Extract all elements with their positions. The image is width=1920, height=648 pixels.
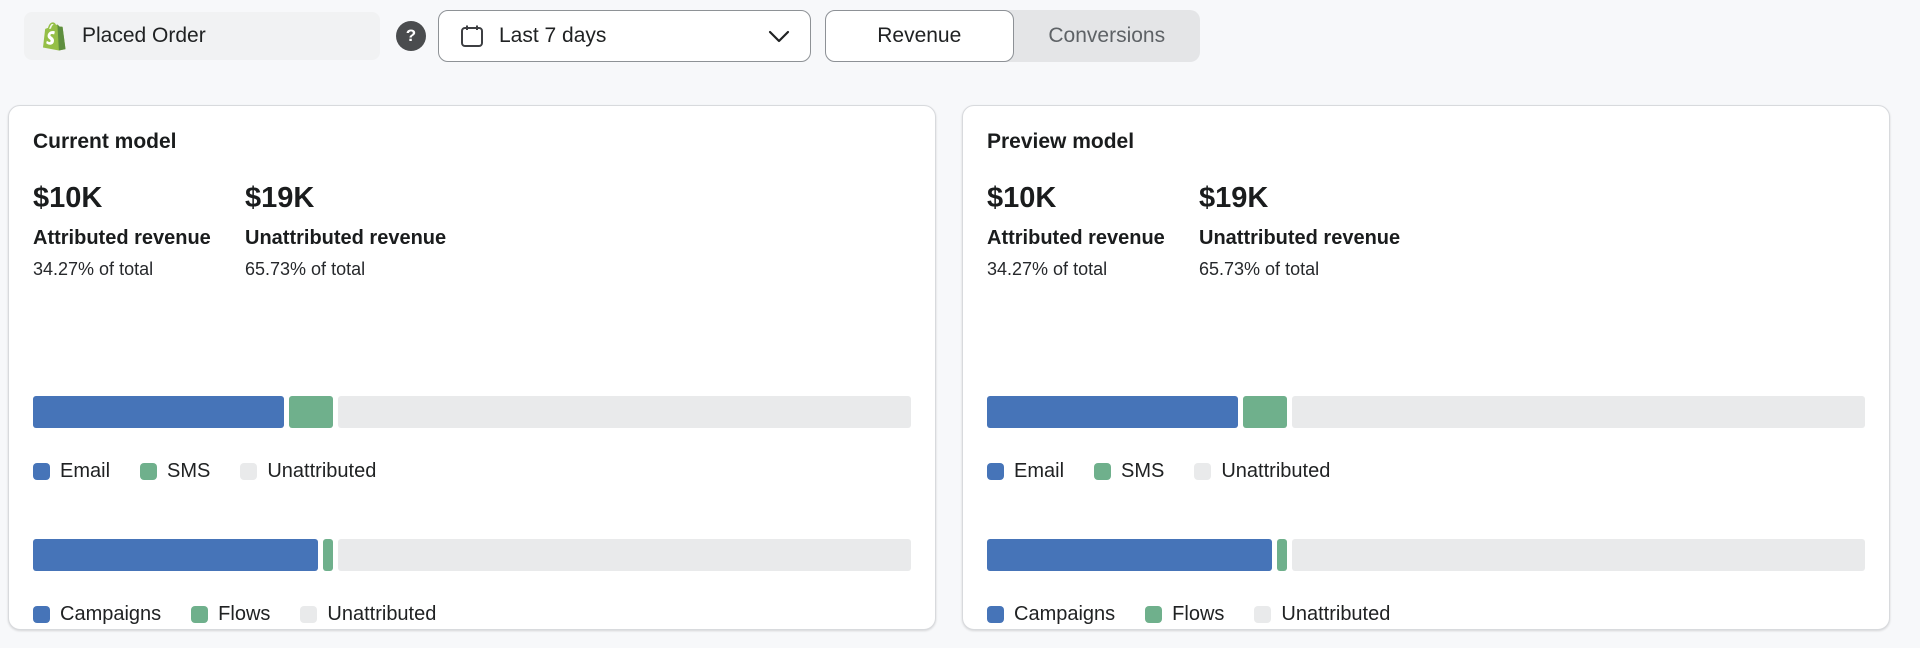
metric-label: Attributed revenue [33,227,233,250]
legend-label: Email [1014,460,1064,483]
date-range-value: Last 7 days [499,24,754,48]
attributed-revenue-metric: $10K Attributed revenue 34.27% of total [987,182,1187,280]
metric-value: $19K [245,182,446,215]
legend-item-email: Email [33,460,110,483]
help-glyph: ? [406,26,416,46]
source-legend: Campaigns Flows Unattributed [987,603,1865,626]
metric-subtext: 65.73% of total [1199,259,1400,280]
legend-item-unattributed: Unattributed [1194,460,1330,483]
legend-label: Flows [1172,603,1224,626]
bar-segment-unattributed [1292,539,1865,571]
metric-subtext: 65.73% of total [245,259,446,280]
legend-label: Flows [218,603,270,626]
date-range-dropdown[interactable]: Last 7 days [438,10,811,62]
metric-selector-chip[interactable]: Placed Order [24,12,380,60]
campaigns-swatch [987,606,1004,623]
legend-item-flows: Flows [1145,603,1224,626]
source-stacked-bar [33,539,911,571]
bar-segment-flows [1277,539,1287,571]
bar-segment-sms [289,396,333,428]
legend-item-unattributed: Unattributed [1254,603,1390,626]
bar-segment-campaigns [33,539,318,571]
bar-segment-flows [323,539,333,571]
flows-swatch [191,606,208,623]
channel-stacked-bar [33,396,911,428]
metrics-row: $10K Attributed revenue 34.27% of total … [33,182,911,280]
source-legend: Campaigns Flows Unattributed [33,603,911,626]
legend-item-email: Email [987,460,1064,483]
card-title: Preview model [987,130,1865,154]
view-toggle: Revenue Conversions [825,10,1200,62]
unattributed-revenue-metric: $19K Unattributed revenue 65.73% of tota… [1199,182,1400,280]
unattributed-swatch [240,463,257,480]
calendar-icon [459,23,485,49]
bar-segment-email [987,396,1238,428]
metric-value: $10K [33,182,233,215]
legend-label: Unattributed [1281,603,1390,626]
legend-label: Unattributed [267,460,376,483]
unattributed-swatch [300,606,317,623]
sms-swatch [1094,463,1111,480]
legend-item-flows: Flows [191,603,270,626]
legend-label: Email [60,460,110,483]
legend-label: Campaigns [1014,603,1115,626]
source-stacked-bar [987,539,1865,571]
bar-segment-sms [1243,396,1287,428]
toggle-revenue-button[interactable]: Revenue [825,10,1014,62]
attributed-revenue-metric: $10K Attributed revenue 34.27% of total [33,182,233,280]
legend-item-sms: SMS [140,460,210,483]
toolbar: Placed Order ? Last 7 days Revenue Conve… [0,0,1920,62]
metric-label: Unattributed revenue [1199,227,1400,250]
channel-legend: Email SMS Unattributed [33,460,911,483]
shopify-icon [40,21,68,52]
bar-segment-email [33,396,284,428]
bar-segment-unattributed [338,539,911,571]
channel-stacked-bar [987,396,1865,428]
metrics-row: $10K Attributed revenue 34.27% of total … [987,182,1865,280]
chevron-down-icon [768,29,790,43]
preview-model-card: Preview model $10K Attributed revenue 34… [962,105,1890,630]
metric-label: Unattributed revenue [245,227,446,250]
email-swatch [987,463,1004,480]
legend-label: SMS [1121,460,1164,483]
help-icon[interactable]: ? [396,21,426,51]
metric-chip-label: Placed Order [82,24,206,48]
legend-label: Campaigns [60,603,161,626]
legend-label: Unattributed [1221,460,1330,483]
bar-segment-unattributed [338,396,911,428]
legend-item-campaigns: Campaigns [987,603,1115,626]
legend-item-unattributed: Unattributed [240,460,376,483]
metric-value: $10K [987,182,1187,215]
metric-subtext: 34.27% of total [987,259,1187,280]
flows-swatch [1145,606,1162,623]
unattributed-swatch [1194,463,1211,480]
metric-subtext: 34.27% of total [33,259,233,280]
legend-item-campaigns: Campaigns [33,603,161,626]
card-title: Current model [33,130,911,154]
legend-item-sms: SMS [1094,460,1164,483]
bar-segment-campaigns [987,539,1272,571]
legend-label: Unattributed [327,603,436,626]
unattributed-revenue-metric: $19K Unattributed revenue 65.73% of tota… [245,182,446,280]
bar-segment-unattributed [1292,396,1865,428]
channel-legend: Email SMS Unattributed [987,460,1865,483]
metric-value: $19K [1199,182,1400,215]
unattributed-swatch [1254,606,1271,623]
legend-item-unattributed: Unattributed [300,603,436,626]
cards-row: Current model $10K Attributed revenue 34… [0,105,1920,630]
email-swatch [33,463,50,480]
metric-label: Attributed revenue [987,227,1187,250]
toggle-conversions-button[interactable]: Conversions [1014,10,1201,62]
sms-swatch [140,463,157,480]
legend-label: SMS [167,460,210,483]
campaigns-swatch [33,606,50,623]
current-model-card: Current model $10K Attributed revenue 34… [8,105,936,630]
